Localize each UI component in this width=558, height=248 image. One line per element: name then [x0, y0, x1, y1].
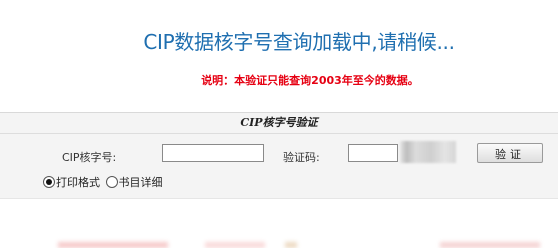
option-print-format-label: 打印格式 [56, 176, 100, 189]
radio-print-format[interactable] [43, 176, 55, 188]
cip-number-label: CIP核字号: [62, 151, 117, 164]
option-record-detail[interactable]: 书目详细 [105, 174, 163, 190]
panel-title: CIP核字号验证 [0, 113, 558, 134]
cip-number-input[interactable] [162, 144, 264, 162]
radio-record-detail[interactable] [105, 176, 118, 188]
captcha-image[interactable] [400, 141, 456, 163]
footer-blur [205, 242, 265, 248]
captcha-label: 验证码: [283, 151, 320, 164]
footer-blur [285, 242, 297, 248]
footer-blur [440, 242, 540, 248]
loading-title: CIP数据核字号查询加载中,请稍候... [143, 30, 455, 54]
query-note: 说明：本验证只能查询2003年至今的数据。 [201, 74, 419, 87]
footer-blur [58, 242, 168, 248]
option-print-format[interactable]: 打印格式 [43, 174, 100, 190]
footer-area [0, 198, 558, 248]
format-options: 打印格式 书目详细 [43, 174, 165, 190]
loading-area: CIP数据核字号查询加载中,请稍候... 说明：本验证只能查询2003年至今的数… [0, 0, 558, 113]
verify-button[interactable]: 验证 [477, 143, 543, 163]
option-record-detail-label: 书目详细 [118, 176, 163, 189]
cip-verify-panel: CIP核字号验证 CIP核字号: 验证码: 验证 打印格式 书目详细 [0, 113, 558, 198]
captcha-input[interactable] [348, 144, 398, 162]
